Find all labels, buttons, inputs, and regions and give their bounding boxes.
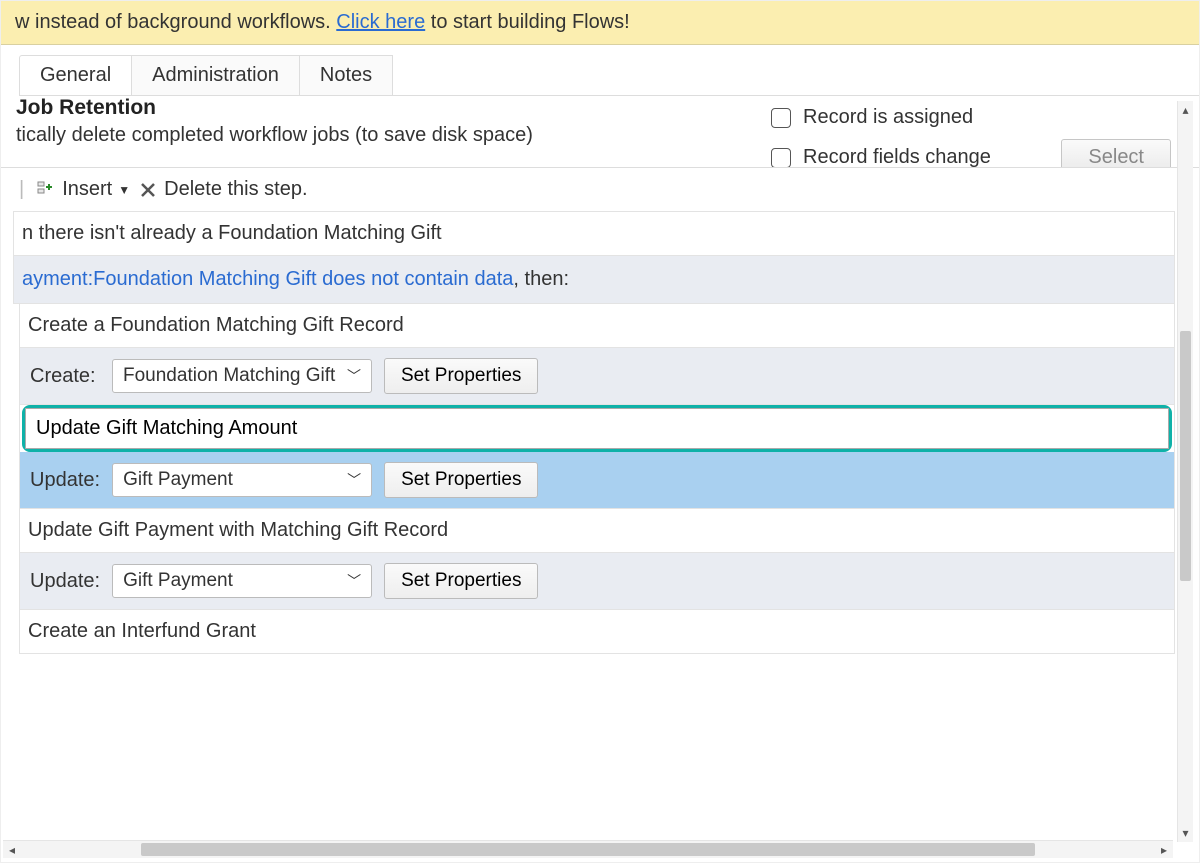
workflow-steps: n there isn't already a Foundation Match… xyxy=(13,211,1175,654)
condition-suffix: , then: xyxy=(513,268,569,290)
insert-label: Insert xyxy=(62,178,112,201)
retention-desc: tically delete completed workflow jobs (… xyxy=(16,124,621,147)
trigger-panel: Record is assigned Record fields change … xyxy=(771,96,1171,167)
insert-icon xyxy=(36,180,56,200)
step-create-action: Create: Foundation Matching Gift ﹀ Set P… xyxy=(19,348,1175,405)
scroll-left-arrow[interactable]: ◂ xyxy=(3,843,21,857)
delete-label: Delete this step. xyxy=(164,178,307,201)
chevron-down-icon: ﹀ xyxy=(347,571,361,591)
set-properties-button[interactable]: Set Properties xyxy=(384,358,538,394)
horizontal-scroll-thumb[interactable] xyxy=(141,843,1035,856)
update-entity-dropdown-1[interactable]: Gift Payment ﹀ xyxy=(112,463,372,497)
step-create-title[interactable]: Create a Foundation Matching Gift Record xyxy=(19,304,1175,348)
checkbox-record-assigned[interactable] xyxy=(771,108,791,128)
scroll-up-arrow[interactable]: ▴ xyxy=(1178,101,1193,119)
toolbar-separator: | xyxy=(15,178,28,201)
step-toolbar: | Insert ▼ Delete this step. xyxy=(1,168,1199,211)
update-entity-value-2: Gift Payment xyxy=(123,570,233,592)
chevron-down-icon: ﹀ xyxy=(347,366,361,386)
update-entity-dropdown-2[interactable]: Gift Payment ﹀ xyxy=(112,564,372,598)
scroll-right-arrow[interactable]: ▸ xyxy=(1155,843,1173,857)
update-entity-value-1: Gift Payment xyxy=(123,469,233,491)
banner-link[interactable]: Click here xyxy=(336,11,425,33)
banner-suffix: to start building Flows! xyxy=(425,11,630,33)
step-update-amount-title-row xyxy=(19,405,1175,452)
info-banner: w instead of background workflows. Click… xyxy=(1,1,1199,45)
create-entity-value: Foundation Matching Gift xyxy=(123,365,335,387)
tab-administration[interactable]: Administration xyxy=(131,55,300,95)
close-icon xyxy=(138,180,158,200)
chevron-down-icon: ▼ xyxy=(118,183,130,197)
step-update-payment-action: Update: Gift Payment ﹀ Set Properties xyxy=(19,553,1175,610)
set-properties-button-1[interactable]: Set Properties xyxy=(384,462,538,498)
label-record-fields-change: Record fields change xyxy=(803,146,991,167)
horizontal-scrollbar[interactable]: ◂ ▸ xyxy=(3,840,1173,858)
label-record-assigned: Record is assigned xyxy=(803,106,973,129)
insert-step-button[interactable]: Insert ▼ xyxy=(36,178,130,201)
active-step-highlight xyxy=(22,405,1172,452)
select-fields-button[interactable]: Select xyxy=(1061,139,1171,167)
set-properties-button-2[interactable]: Set Properties xyxy=(384,563,538,599)
step-condition-title[interactable]: n there isn't already a Foundation Match… xyxy=(13,212,1175,256)
create-entity-dropdown[interactable]: Foundation Matching Gift ﹀ xyxy=(112,359,372,393)
step-create-interfund-title[interactable]: Create an Interfund Grant xyxy=(19,610,1175,654)
tab-general[interactable]: General xyxy=(19,55,132,95)
update-label-2: Update: xyxy=(30,570,100,593)
step-update-amount-action: Update: Gift Payment ﹀ Set Properties xyxy=(19,452,1175,509)
tab-notes[interactable]: Notes xyxy=(299,55,393,95)
step-update-payment-title[interactable]: Update Gift Payment with Matching Gift R… xyxy=(19,509,1175,553)
banner-prefix: w instead of background workflows. xyxy=(15,11,336,33)
checkbox-record-fields-change[interactable] xyxy=(771,148,791,168)
vertical-scrollbar[interactable]: ▴ ▾ xyxy=(1177,101,1193,842)
condition-link[interactable]: ayment:Foundation Matching Gift does not… xyxy=(22,268,513,290)
scroll-down-arrow[interactable]: ▾ xyxy=(1178,824,1193,842)
chevron-down-icon: ﹀ xyxy=(347,470,361,490)
step-description-input[interactable] xyxy=(25,408,1169,449)
tab-bar: General Administration Notes xyxy=(19,55,1199,96)
vertical-scroll-thumb[interactable] xyxy=(1180,331,1191,581)
delete-step-button[interactable]: Delete this step. xyxy=(138,178,307,201)
update-label-1: Update: xyxy=(30,469,100,492)
step-condition-if[interactable]: ayment:Foundation Matching Gift does not… xyxy=(13,256,1175,304)
section-retention-triggers: Job Retention tically delete completed w… xyxy=(1,96,1199,167)
retention-heading: Job Retention xyxy=(16,96,621,114)
create-label: Create: xyxy=(30,365,100,388)
